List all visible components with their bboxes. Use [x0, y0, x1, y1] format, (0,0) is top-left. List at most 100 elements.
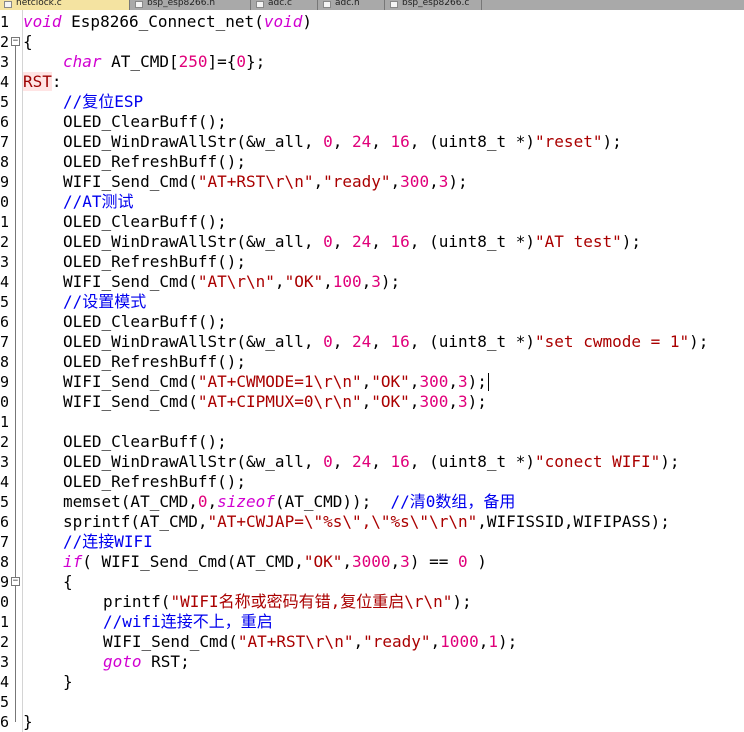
tab-label: adc.h — [335, 0, 360, 8]
code-token: , — [361, 372, 372, 391]
code-line[interactable]: { — [23, 572, 73, 592]
code-token: ); — [602, 132, 622, 151]
file-icon — [256, 1, 264, 8]
code-line[interactable]: OLED_WinDrawAllStr(&w_all, 0, 24, 16, (u… — [23, 232, 641, 252]
code-token: 24 — [352, 332, 372, 351]
code-token: void — [23, 12, 62, 31]
code-line[interactable]: OLED_RefreshBuff(); — [23, 252, 246, 272]
code-line[interactable]: printf("WIFI名称或密码有错,复位重启\r\n"); — [23, 592, 472, 612]
line-number: 0 — [0, 593, 10, 611]
line-number: 2 — [0, 633, 10, 651]
tab-adc-h[interactable]: adc.h — [319, 0, 385, 10]
code-token: OLED_RefreshBuff(); — [63, 252, 247, 271]
code-line[interactable]: OLED_ClearBuff(); — [23, 312, 227, 332]
code-token: , — [361, 392, 372, 411]
code-token: ,WIFISSID,WIFIPASS); — [477, 512, 670, 531]
code-line[interactable]: goto RST; — [23, 652, 190, 672]
code-token: ) — [467, 552, 487, 571]
code-token: OLED_ClearBuff(); — [63, 312, 227, 331]
line-number: 7 — [0, 133, 10, 151]
code-token: ); — [660, 452, 680, 471]
tab-netclock-c[interactable]: netclock.c — [0, 0, 130, 10]
code-token: OLED_WinDrawAllStr(&w_all, — [63, 132, 324, 151]
code-token: } — [23, 712, 33, 731]
code-line[interactable]: } — [23, 672, 73, 692]
code-line[interactable]: { — [23, 32, 33, 52]
code-line[interactable]: OLED_RefreshBuff(); — [23, 472, 246, 492]
line-number: 5 — [0, 693, 10, 711]
code-line[interactable]: if( WIFI_Send_Cmd(AT_CMD,"OK",3000,3) ==… — [23, 552, 487, 572]
line-number: 1 — [0, 213, 10, 231]
code-line[interactable]: sprintf(AT_CMD,"AT+CWJAP=\"%s\",\"%s\"\r… — [23, 512, 670, 532]
code-line[interactable]: OLED_RefreshBuff(); — [23, 352, 246, 372]
code-line[interactable]: void Esp8266_Connect_net(void) — [23, 12, 312, 32]
code-token: , — [409, 372, 420, 391]
code-line[interactable]: OLED_ClearBuff(); — [23, 112, 227, 132]
code-line[interactable]: //复位ESP — [23, 92, 143, 112]
code-token: , — [409, 392, 420, 411]
code-token: ); — [380, 272, 401, 291]
code-token: , — [274, 272, 285, 291]
code-token: "AT+CWJAP=\"%s\",\"%s\"\r\n" — [207, 512, 478, 531]
code-token: 0 — [323, 232, 333, 251]
line-number: 7 — [0, 533, 10, 551]
code-line[interactable]: OLED_WinDrawAllStr(&w_all, 0, 24, 16, (u… — [23, 332, 708, 352]
code-token: OLED_WinDrawAllStr(&w_all, — [63, 232, 324, 251]
code-token: 3 — [457, 392, 468, 411]
tab-bsp-esp8266-h[interactable]: bsp_esp8266.h — [131, 0, 251, 10]
code-line[interactable]: OLED_RefreshBuff(); — [23, 152, 246, 172]
fold-toggle-icon[interactable]: − — [11, 37, 20, 46]
code-line[interactable]: WIFI_Send_Cmd("AT+RST\r\n","ready",1000,… — [23, 632, 517, 652]
code-line[interactable]: WIFI_Send_Cmd("AT+CWMODE=1\r\n","OK",300… — [23, 372, 487, 392]
code-token: ); — [448, 172, 468, 191]
code-token: ) == — [409, 552, 458, 571]
code-line[interactable]: WIFI_Send_Cmd("AT+CIPMUX=0\r\n","OK",300… — [23, 392, 487, 412]
code-line[interactable]: WIFI_Send_Cmd("AT+RST\r\n","ready",300,3… — [23, 172, 468, 192]
code-token: , — [390, 172, 401, 191]
code-token: 1000 — [440, 632, 479, 651]
code-token: , — [448, 392, 458, 411]
fold-guide-line — [15, 586, 16, 682]
line-number: 4 — [0, 673, 10, 691]
file-icon — [4, 1, 12, 8]
editor-tab-bar: netclock.c bsp_esp8266.h adc.c adc.h bsp… — [0, 0, 744, 10]
code-line[interactable]: OLED_WinDrawAllStr(&w_all, 0, 24, 16, (u… — [23, 132, 622, 152]
fold-toggle-icon[interactable]: − — [11, 577, 20, 586]
tab-adc-c[interactable]: adc.c — [252, 0, 318, 10]
code-token: sizeof — [217, 492, 275, 511]
code-line[interactable]: } — [23, 712, 33, 732]
code-token: 3 — [457, 372, 468, 391]
code-line[interactable]: WIFI_Send_Cmd("AT\r\n","OK",100,3); — [23, 272, 400, 292]
code-token: "OK" — [284, 272, 324, 291]
code-token: , — [448, 372, 458, 391]
code-token: RST — [23, 72, 52, 91]
code-token: ); — [621, 232, 641, 251]
code-line[interactable]: OLED_ClearBuff(); — [23, 432, 227, 452]
code-token: 300 — [419, 372, 449, 391]
code-token: 3 — [371, 272, 381, 291]
code-token: AT_CMD[ — [101, 52, 179, 71]
tab-label: bsp_esp8266.c — [402, 0, 470, 8]
code-token: RST; — [141, 652, 190, 671]
code-line[interactable]: char AT_CMD[250]={0}; — [23, 52, 265, 72]
code-line[interactable]: //设置模式 — [23, 292, 146, 312]
code-token: WIFI_Send_Cmd( — [63, 372, 198, 391]
code-editor[interactable]: void Esp8266_Connect_net(void){char AT_C… — [23, 10, 744, 732]
code-token: 1 — [488, 632, 498, 651]
code-token: } — [63, 672, 73, 691]
code-token: "conect WIFI" — [535, 452, 661, 471]
tab-bsp-esp8266-c[interactable]: bsp_esp8266.c — [386, 0, 482, 10]
code-token: , — [207, 492, 218, 511]
code-token: , — [429, 172, 439, 191]
line-number: 1 — [0, 13, 10, 31]
code-line[interactable]: //连接WIFI — [23, 532, 153, 552]
code-line[interactable]: OLED_WinDrawAllStr(&w_all, 0, 24, 16, (u… — [23, 452, 680, 472]
code-line[interactable]: RST: — [23, 72, 62, 92]
code-line[interactable]: //wifi连接不上，重启 — [23, 612, 273, 632]
code-token: { — [63, 572, 73, 591]
code-line[interactable]: OLED_ClearBuff(); — [23, 212, 227, 232]
code-line[interactable]: memset(AT_CMD,0,sizeof(AT_CMD)); //清0数组，… — [23, 492, 515, 512]
code-line[interactable]: //AT测试 — [23, 192, 134, 212]
code-token: , — [371, 132, 391, 151]
code-token: "AT+CWMODE=1\r\n" — [197, 372, 362, 391]
